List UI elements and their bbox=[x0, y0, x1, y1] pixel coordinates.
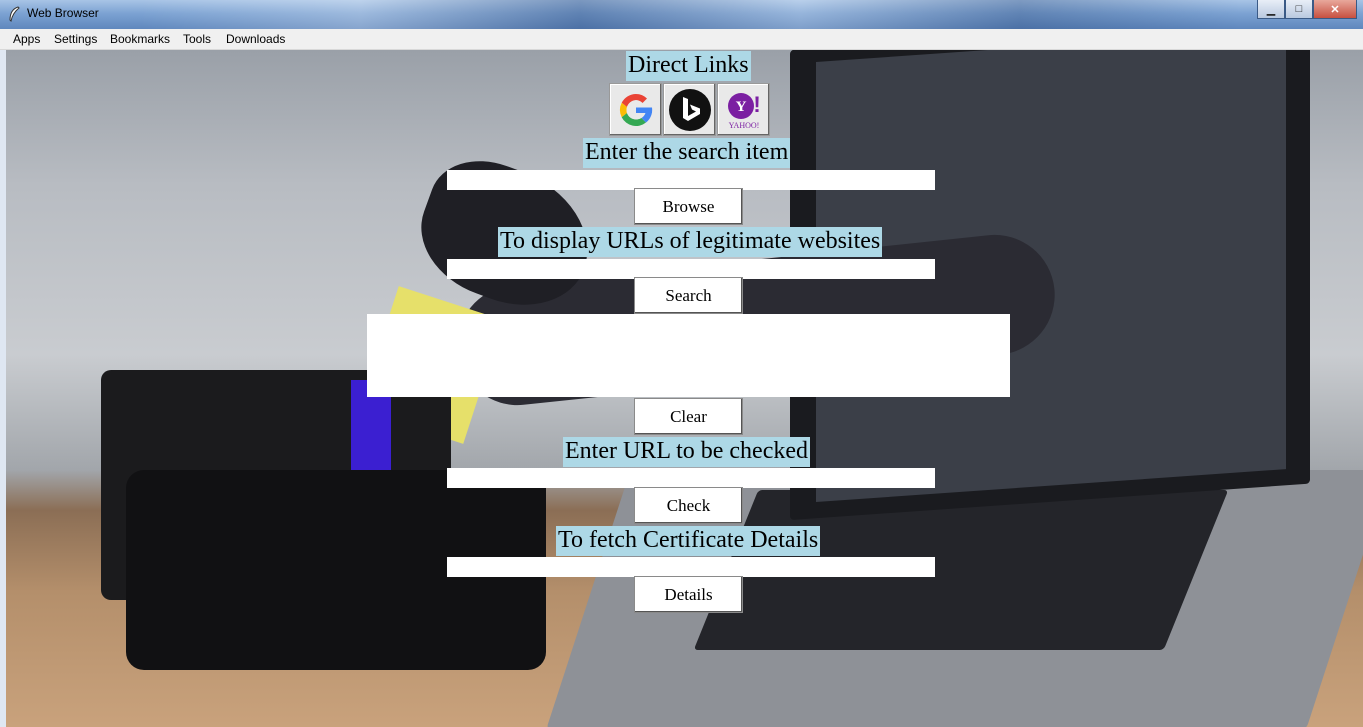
details-button[interactable]: Details bbox=[634, 576, 743, 613]
svg-text:Y: Y bbox=[735, 99, 746, 115]
menu-downloads[interactable]: Downloads bbox=[226, 32, 285, 46]
results-textbox[interactable] bbox=[367, 314, 1010, 397]
url-check-input[interactable] bbox=[447, 468, 935, 488]
display-urls-label: To display URLs of legitimate websites bbox=[498, 227, 883, 257]
certificate-input[interactable] bbox=[447, 557, 935, 577]
menu-bookmarks[interactable]: Bookmarks bbox=[110, 32, 170, 46]
clear-button[interactable]: Clear bbox=[634, 398, 743, 435]
check-button[interactable]: Check bbox=[634, 487, 743, 524]
bing-link-button[interactable] bbox=[663, 83, 716, 136]
close-button[interactable]: ✕ bbox=[1313, 0, 1357, 19]
window-titlebar: Web Browser ▁ □ ✕ bbox=[0, 0, 1363, 29]
menu-bar: Apps Settings Bookmarks Tools Downloads bbox=[0, 29, 1363, 50]
browse-button[interactable]: Browse bbox=[634, 188, 743, 225]
google-icon bbox=[619, 93, 652, 126]
search-button[interactable]: Search bbox=[634, 277, 743, 314]
svg-text:YAHOO!: YAHOO! bbox=[728, 121, 759, 130]
feather-icon bbox=[9, 6, 20, 22]
window-title: Web Browser bbox=[27, 6, 99, 20]
menu-apps[interactable]: Apps bbox=[13, 32, 40, 46]
certificate-label: To fetch Certificate Details bbox=[556, 526, 821, 556]
yahoo-link-button[interactable]: Y ! YAHOO! bbox=[717, 83, 770, 136]
bing-icon bbox=[668, 88, 711, 131]
minimize-button[interactable]: ▁ bbox=[1257, 0, 1285, 19]
search-item-label: Enter the search item bbox=[583, 138, 791, 168]
menu-settings[interactable]: Settings bbox=[54, 32, 97, 46]
svg-text:!: ! bbox=[753, 92, 760, 117]
display-urls-input[interactable] bbox=[447, 259, 935, 279]
maximize-button[interactable]: □ bbox=[1285, 0, 1313, 19]
url-check-label: Enter URL to be checked bbox=[563, 437, 811, 467]
google-link-button[interactable] bbox=[609, 83, 662, 136]
yahoo-icon: Y ! YAHOO! bbox=[727, 92, 760, 130]
search-item-input[interactable] bbox=[447, 170, 935, 190]
menu-tools[interactable]: Tools bbox=[183, 32, 211, 46]
direct-links-label: Direct Links bbox=[626, 51, 751, 81]
